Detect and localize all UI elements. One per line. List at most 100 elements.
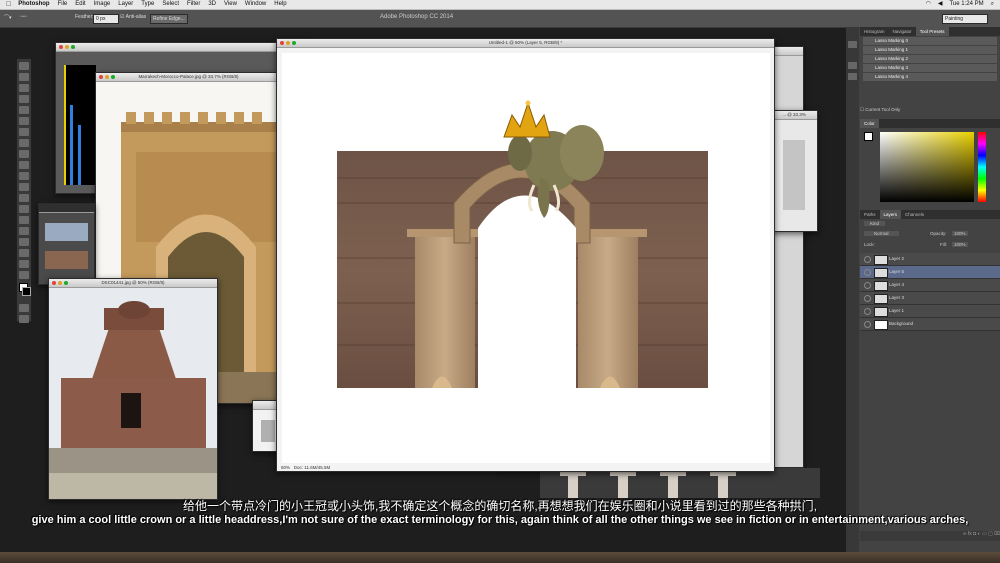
zoom-level[interactable]: 50% <box>281 465 290 470</box>
list-item[interactable]: Lasso Marking 4 <box>863 73 997 81</box>
tab-tool-presets[interactable]: Tool Presets <box>915 27 949 36</box>
actions-icon[interactable] <box>848 62 857 69</box>
layer-row-selected[interactable]: Layer 5 <box>860 266 1000 279</box>
quick-select-tool-icon[interactable] <box>19 95 29 103</box>
lasso-tool-icon[interactable]: ⌒▾ <box>4 14 12 21</box>
adjustment-icon[interactable]: ◐ <box>978 531 981 537</box>
palace-titlebar[interactable]: Marrakech-Morocco-Palace.jpg @ 33.7% (RG… <box>96 73 281 82</box>
color-picker[interactable] <box>860 128 1000 208</box>
type-tool-icon[interactable] <box>19 227 29 235</box>
clock[interactable]: Tue 1:24 PM <box>949 0 983 9</box>
pen-tool-icon[interactable] <box>19 216 29 224</box>
main-document-window[interactable]: Untitled-1 @ 50% (Layer 5, RGB/8) * 50% … <box>276 38 775 472</box>
tab-histogram[interactable]: Histogram <box>860 27 889 36</box>
eye-icon[interactable] <box>864 256 871 263</box>
tab-color[interactable]: Color <box>860 119 879 128</box>
fx-icon[interactable]: fx <box>968 531 972 537</box>
thumbnail-titlebar[interactable] <box>39 204 94 213</box>
selection-mode-icons[interactable]: ▫▫▫▫ <box>20 14 27 20</box>
path-select-tool-icon[interactable] <box>19 238 29 246</box>
background-color[interactable] <box>22 287 31 296</box>
screen-mode-icon[interactable] <box>19 315 29 323</box>
minimize-icon[interactable] <box>58 281 62 285</box>
marquee-tool-icon[interactable] <box>19 73 29 81</box>
link-icon[interactable]: ∞ <box>963 531 967 537</box>
blend-mode-select[interactable]: Normal <box>864 231 899 236</box>
close-icon[interactable] <box>99 75 103 79</box>
menu-type[interactable]: Type <box>141 0 154 9</box>
refine-edge-button[interactable]: Refine Edge... <box>150 14 188 24</box>
menu-window[interactable]: Window <box>245 0 266 9</box>
workspace-select[interactable]: Painting <box>942 14 988 24</box>
eye-icon[interactable] <box>864 282 871 289</box>
feather-input[interactable]: 0 px <box>93 14 119 24</box>
eraser-tool-icon[interactable] <box>19 172 29 180</box>
zoom-tool-icon[interactable] <box>19 271 29 279</box>
shape-tool-icon[interactable] <box>19 249 29 257</box>
hue-slider[interactable] <box>978 132 986 202</box>
list-item[interactable]: Lasso Marking 3 <box>863 64 997 72</box>
lasso-tool-icon[interactable] <box>19 84 29 92</box>
layer-row-background[interactable]: Background <box>860 318 1000 331</box>
menu-layer[interactable]: Layer <box>118 0 133 9</box>
color-field[interactable] <box>880 132 974 202</box>
brush-tool-icon[interactable] <box>19 139 29 147</box>
side-titlebar[interactable]: ... @ 33.3% <box>771 111 817 120</box>
fg-swatch[interactable] <box>864 132 873 141</box>
layer-row[interactable]: Layer 2 <box>860 253 1000 266</box>
hand-tool-icon[interactable] <box>19 260 29 268</box>
stamp-tool-icon[interactable] <box>19 150 29 158</box>
eye-icon[interactable] <box>864 321 871 328</box>
mask-icon[interactable]: ◘ <box>973 531 976 537</box>
healing-tool-icon[interactable] <box>19 128 29 136</box>
temple-document-window[interactable]: DSC01441.jpg @ 50% (RGB/8) <box>48 278 218 500</box>
trash-icon[interactable]: ⌧ <box>994 531 1000 537</box>
opacity-input[interactable]: 100% <box>952 231 968 236</box>
close-icon[interactable] <box>52 281 56 285</box>
zoom-icon[interactable] <box>111 75 115 79</box>
close-icon[interactable] <box>59 45 63 49</box>
side-document-window[interactable]: ... @ 33.3% <box>770 110 818 232</box>
main-titlebar[interactable]: Untitled-1 @ 50% (Layer 5, RGB/8) * <box>277 39 774 48</box>
menu-select[interactable]: Select <box>162 0 179 9</box>
brush-presets-icon[interactable] <box>848 73 857 80</box>
history-brush-tool-icon[interactable] <box>19 161 29 169</box>
menu-view[interactable]: View <box>224 0 237 9</box>
thumbnail-window[interactable] <box>38 203 95 285</box>
menu-3d[interactable]: 3D <box>208 0 216 9</box>
histogram-titlebar[interactable] <box>56 43 306 52</box>
menu-app[interactable]: Photoshop <box>18 0 49 9</box>
tab-layers[interactable]: Layers <box>879 210 902 219</box>
canvas[interactable] <box>282 53 770 463</box>
current-tool-only-checkbox[interactable]: ☐ Current Tool Only <box>860 107 1000 115</box>
eye-icon[interactable] <box>864 295 871 302</box>
tab-paths[interactable]: Paths <box>860 210 880 219</box>
minimize-icon[interactable] <box>105 75 109 79</box>
list-item[interactable]: Lasso Marking 1 <box>863 46 997 54</box>
menu-edit[interactable]: Edit <box>75 0 85 9</box>
gradient-tool-icon[interactable] <box>19 183 29 191</box>
volume-icon[interactable]: ◀ <box>938 0 943 9</box>
antialias-checkbox[interactable]: ☑ Anti-alias <box>120 14 146 20</box>
menu-image[interactable]: Image <box>94 0 111 9</box>
zoom-icon[interactable] <box>292 41 296 45</box>
close-icon[interactable] <box>280 41 284 45</box>
dodge-tool-icon[interactable] <box>19 205 29 213</box>
menu-filter[interactable]: Filter <box>187 0 200 9</box>
eyedropper-tool-icon[interactable] <box>19 117 29 125</box>
list-item[interactable]: Lasso Marking 2 <box>863 55 997 63</box>
layer-row[interactable]: Layer 1 <box>860 305 1000 318</box>
history-icon[interactable] <box>848 41 857 48</box>
minimize-icon[interactable] <box>65 45 69 49</box>
tab-channels[interactable]: Channels <box>901 210 928 219</box>
minimize-icon[interactable] <box>286 41 290 45</box>
quick-mask-icon[interactable] <box>19 304 29 312</box>
apple-icon[interactable]:  <box>6 1 11 8</box>
layer-filter-select[interactable]: Kind <box>864 221 886 226</box>
thumbnail-1[interactable] <box>45 223 88 241</box>
search-icon[interactable]: ⌕ <box>991 0 994 9</box>
menu-file[interactable]: File <box>58 0 68 9</box>
eye-icon[interactable] <box>864 269 871 276</box>
eye-icon[interactable] <box>864 308 871 315</box>
layer-row[interactable]: Layer 3 <box>860 292 1000 305</box>
